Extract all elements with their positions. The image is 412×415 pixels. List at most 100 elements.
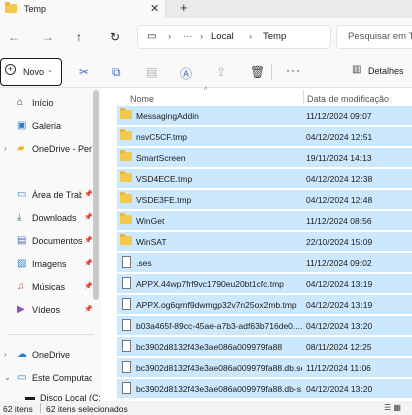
sidebar-item-downloads[interactable]: ⤓ Downloads 📌 (0, 209, 100, 229)
file-row[interactable]: .ses 11/12/2024 09:02 (117, 253, 412, 273)
tab-title: Temp (24, 4, 47, 14)
file-name: WinGet (136, 216, 165, 226)
pin-icon: 📌 (84, 306, 93, 313)
close-tab-icon[interactable]: ✕ (150, 2, 159, 15)
details-button[interactable]: Detalhes (368, 66, 404, 76)
file-name: VSD4ECE.tmp (136, 174, 193, 184)
file-name: APPX.og6qrnf9dwmgp32v7n25ox2mb.tmp (136, 300, 297, 310)
file-row[interactable]: bc3902d8132f43e3ae086a009979fa88 08/11/20… (117, 337, 412, 357)
paste-icon[interactable]: ▤ (146, 65, 157, 79)
column-header-name[interactable]: Nome (130, 94, 154, 104)
sidebar-item-label: Downloads (32, 213, 77, 223)
sidebar-item-onedrive-personal[interactable]: › ▰ OneDrive - Perso (0, 140, 100, 160)
sidebar-item-galeria[interactable]: ▣ Galeria (0, 117, 100, 137)
tab-temp[interactable]: Temp ✕ (0, 0, 166, 18)
file-row[interactable]: SmartScreen 19/11/2024 14:13 (117, 148, 412, 168)
computer-icon: ▭ (147, 31, 157, 42)
file-row[interactable]: bc3902d8132f43e3ae086a009979fa88.db.ses 1… (117, 358, 412, 378)
sort-ascending-icon: ^ (204, 87, 208, 94)
navigation-pane: ⌂ Início ▣ Galeria › ▰ OneDrive - Perso … (0, 88, 101, 403)
breadcrumb[interactable]: ▭ › ··· › Local › Temp (137, 25, 331, 49)
more-options-icon[interactable]: ··· (286, 63, 301, 77)
column-header-date[interactable]: Data de modificação (307, 94, 389, 104)
delete-icon[interactable]: 🗑 (250, 65, 265, 79)
expand-icon[interactable]: › (4, 350, 7, 359)
cloud-icon: ☁ (17, 349, 27, 360)
share-icon[interactable]: ⇪ (216, 65, 226, 79)
refresh-icon[interactable]: ↻ (110, 30, 120, 44)
sidebar-item-videos[interactable]: ▶ Vídeos 📌 (0, 301, 100, 321)
file-row[interactable]: VSDE3FE.tmp 04/12/2024 12:48 (117, 190, 412, 210)
file-date: 04/12/2024 12:48 (306, 195, 373, 205)
column-divider[interactable] (303, 90, 304, 104)
folder-icon (120, 108, 132, 119)
file-row[interactable]: APPX.44wp7frf9vc1790eu20bt1cfc.tmp 04/12/… (117, 274, 412, 294)
file-row[interactable]: VSD4ECE.tmp 04/12/2024 12:38 (117, 169, 412, 189)
file-row[interactable]: WinGet 11/12/2024 08:56 (117, 211, 412, 231)
file-icon (122, 340, 131, 352)
cut-icon[interactable]: ✂ (79, 65, 89, 79)
folder-icon (5, 2, 17, 13)
file-name: SmartScreen (136, 153, 186, 163)
up-icon[interactable]: ↑ (76, 30, 82, 44)
home-icon: ⌂ (17, 97, 24, 108)
sidebar-scrollbar[interactable] (93, 90, 99, 300)
file-icon (122, 277, 131, 289)
sidebar-item-imagens[interactable]: ▨ Imagens 📌 (0, 255, 100, 275)
file-date: 04/12/2024 13:20 (306, 321, 373, 331)
sidebar-item-label: Início (32, 98, 54, 108)
computer-icon: ▭ (17, 372, 27, 383)
sidebar-item-este-computador[interactable]: ⌄ ▭ Este Computador (0, 369, 100, 389)
file-row[interactable]: bc3902d8132f43e3ae086a009979fa88.db-s...… (117, 379, 412, 399)
plus-icon: + (5, 64, 16, 75)
search-input[interactable]: Pesquisar em Te (336, 25, 412, 49)
documents-icon: ▤ (17, 235, 27, 246)
folder-icon (120, 150, 132, 161)
file-row[interactable]: APPX.og6qrnf9dwmgp32v7n25ox2mb.tmp 04/12/… (117, 295, 412, 315)
sidebar-item-inicio[interactable]: ⌂ Início (0, 94, 100, 114)
expand-icon[interactable]: › (4, 144, 7, 153)
new-button[interactable]: + Novo ⌄ (0, 58, 62, 86)
sidebar-item-onedrive[interactable]: › ☁ OneDrive (0, 346, 100, 366)
file-row[interactable]: nsvC5CF.tmp 04/12/2024 12:51 (117, 127, 412, 147)
file-date: 08/11/2024 12:25 (306, 342, 372, 352)
breadcrumb-temp[interactable]: Temp (263, 31, 286, 42)
pictures-icon: ▨ (17, 258, 27, 269)
rename-icon[interactable]: Ⓐ (180, 65, 192, 82)
pin-icon: 📌 (84, 191, 93, 198)
collapse-icon[interactable]: ⌄ (4, 373, 11, 382)
file-icon (122, 298, 131, 310)
chevron-down-icon: ⌄ (47, 67, 53, 74)
file-date: 04/12/2024 13:19 (306, 279, 373, 289)
forward-icon[interactable]: → (42, 30, 54, 44)
file-name: bc3902d8132f43e3ae086a009979fa88.db.ses (136, 363, 302, 373)
file-date: 11/12/2024 09:07 (306, 111, 372, 121)
new-tab-button[interactable]: + (180, 0, 188, 15)
back-icon[interactable]: ← (8, 30, 20, 44)
file-date: 04/12/2024 12:51 (306, 132, 373, 142)
sidebar-item-documentos[interactable]: ▤ Documentos 📌 (0, 232, 100, 252)
sidebar-item-desktop[interactable]: ▭ Área de Trabalho 📌 (0, 186, 100, 206)
sidebar-item-musicas[interactable]: ♫ Músicas 📌 (0, 278, 100, 298)
file-row[interactable]: WinSAT 22/10/2024 15:09 (117, 232, 412, 252)
folder-icon (120, 171, 132, 182)
file-row[interactable]: MessagingAddin 11/12/2024 09:07 (117, 106, 412, 126)
sidebar-item-label: OneDrive - Perso (32, 144, 92, 154)
tab-bar: Temp ✕ + (0, 0, 412, 18)
view-toggle-icons[interactable]: ☰ ▦ (384, 403, 401, 412)
file-name: VSDE3FE.tmp (136, 195, 192, 205)
sidebar-item-label: Músicas (32, 282, 66, 292)
file-name: .ses (136, 258, 152, 268)
file-row[interactable]: b03a465f-89cc-45ae-a7b3-adf63b716de0....… (117, 316, 412, 336)
file-date: 19/11/2024 14:13 (306, 153, 372, 163)
gallery-icon: ▣ (17, 120, 27, 131)
sidebar-item-label: OneDrive (32, 350, 71, 360)
file-name: bc3902d8132f43e3ae086a009979fa88.db-s... (136, 384, 302, 394)
copy-icon[interactable]: ⧉ (112, 65, 121, 80)
more-path-icon[interactable]: ··· (183, 31, 193, 42)
pin-icon: 📌 (84, 214, 93, 221)
divider (8, 334, 94, 335)
sidebar-item-label: Vídeos (32, 305, 61, 315)
sidebar-item-label: Imagens (32, 259, 67, 269)
breadcrumb-local[interactable]: Local (211, 31, 234, 42)
